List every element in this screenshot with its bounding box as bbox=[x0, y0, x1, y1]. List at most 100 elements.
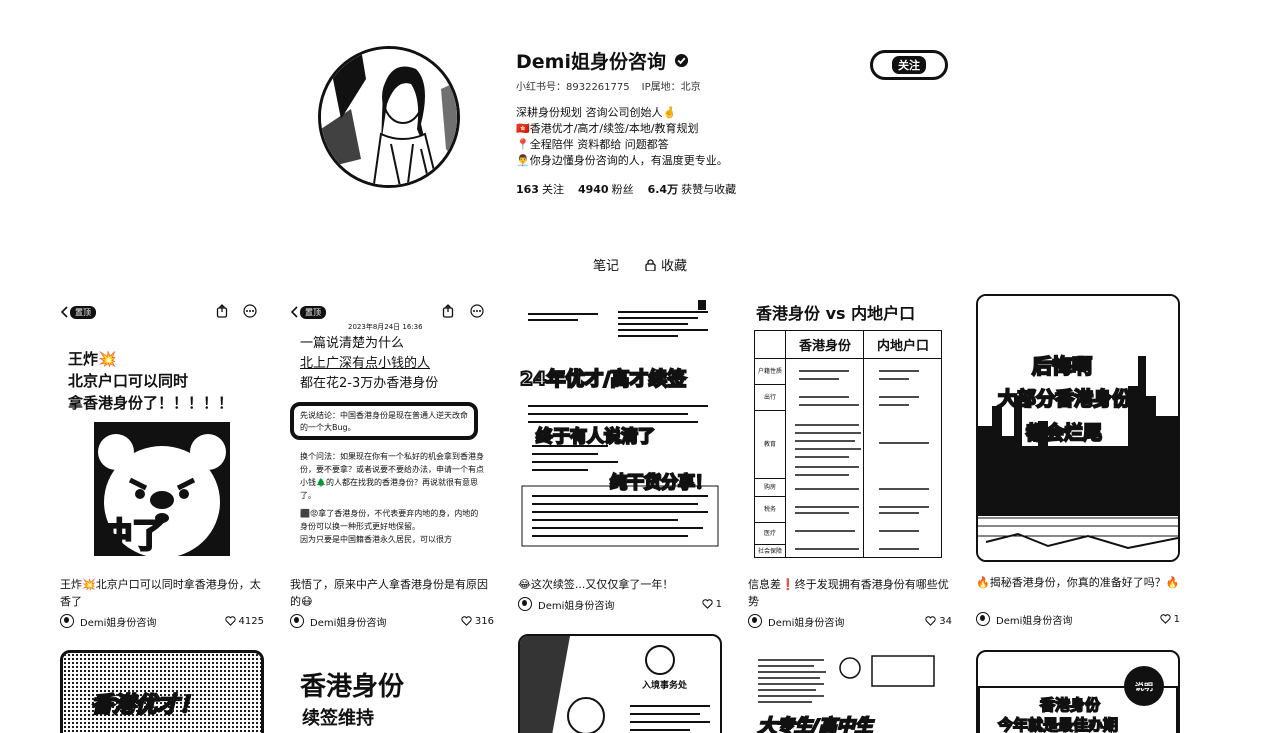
like-button[interactable]: 1 bbox=[1160, 614, 1180, 625]
note-card[interactable]: 说明 香港身份 今年就是最佳办期 bbox=[976, 650, 1180, 733]
cover-line: 后悔啊 bbox=[1031, 353, 1093, 379]
tab-collects[interactable]: 收藏 bbox=[645, 255, 687, 274]
heart-icon bbox=[224, 616, 236, 626]
cover-line: 一篇说清楚为什么 bbox=[300, 336, 405, 351]
table-row-label: 社会保障 bbox=[757, 548, 782, 555]
like-button[interactable]: 1 bbox=[702, 599, 722, 610]
cover-stamp: 冲了 bbox=[97, 515, 167, 557]
pinned-badge: 置顶 bbox=[70, 306, 96, 319]
author-avatar[interactable] bbox=[518, 597, 532, 611]
lock-icon bbox=[645, 258, 656, 271]
cover-line: 拿香港身份了！！！！！ bbox=[68, 394, 234, 412]
author-name[interactable]: Demi姐身份咨询 bbox=[996, 612, 1160, 627]
table-row-label: 出行 bbox=[755, 385, 785, 411]
note-cover[interactable]: 香港身份 续签维持 bbox=[298, 664, 502, 733]
profile-avatar bbox=[318, 46, 460, 188]
note-card[interactable]: 入境事务处 bbox=[518, 634, 722, 733]
author-avatar[interactable] bbox=[976, 612, 990, 626]
note-caption[interactable]: 王炸💥北京户口可以同时拿香港身份，太香了 bbox=[60, 576, 264, 610]
like-button[interactable]: 4125 bbox=[224, 615, 264, 627]
cover-paragraph: ⬛😡拿了香港身份，不代表要弃内地的身，内地的身份可以换一种形式更好地保留。 bbox=[300, 509, 479, 531]
author-avatar[interactable] bbox=[290, 614, 304, 628]
profile-tabs: 笔记 收藏 bbox=[0, 255, 1280, 274]
followers-stat[interactable]: 4940 粉丝 bbox=[578, 181, 634, 197]
note-caption[interactable]: 信息差❗终于发现拥有香港身份有哪些优势 bbox=[748, 576, 952, 610]
author-name[interactable]: Demi姐身份咨询 bbox=[768, 614, 925, 629]
post-date: 2023年8月24日 16:36 bbox=[348, 323, 423, 331]
note-card[interactable]: 置顶 王炸💥 北京户口可以同时 拿香港身份了！！！！！ 冲了 王炸💥北京户口可以… bbox=[60, 296, 264, 629]
note-caption[interactable]: 😂这次续签...又仅仅拿了一年！ bbox=[518, 576, 722, 593]
document-background bbox=[520, 636, 710, 733]
note-card[interactable]: 香港身份 vs 内地户口 香港身份 内地户口 户籍性质 出行 教育 购房 税务 … bbox=[748, 296, 952, 629]
note-card[interactable]: 香港优才！ bbox=[60, 650, 264, 733]
profile-bio: 深耕身份规划 咨询公司创始人🤞 🇭🇰香港优才/高才/续签/本地/教育规划 📍全程… bbox=[516, 105, 856, 169]
note-cover[interactable]: 香港优才！ bbox=[60, 650, 264, 733]
like-count: 34 bbox=[939, 615, 952, 627]
note-cover[interactable]: 说明 香港身份 今年就是最佳办期 bbox=[976, 650, 1180, 733]
cover-line: 都会烂尾 bbox=[1025, 421, 1103, 445]
table-fine-print bbox=[795, 370, 929, 550]
share-icon bbox=[216, 304, 228, 318]
like-count: 4125 bbox=[238, 615, 264, 627]
note-card[interactable]: 后悔啊 大部分香港身份 都会烂尾 🔥揭秘香港身份，你真的准备好了吗？🔥 Demi… bbox=[976, 294, 1180, 627]
author-name[interactable]: Demi姐身份咨询 bbox=[310, 614, 461, 629]
like-count: 1 bbox=[1173, 613, 1180, 625]
cover-line: 香港身份 bbox=[300, 672, 405, 702]
cover-line: 香港优才！ bbox=[90, 692, 202, 719]
note-card[interactable]: 24年优才/高才续签 终于有人说清了 纯干货分享！ 😂这次续签...又仅仅拿了一… bbox=[518, 296, 722, 612]
heart-icon bbox=[461, 616, 472, 626]
bio-line: 👨‍💼你身边懂身份咨询的人，有温度更专业。 bbox=[516, 154, 728, 167]
more-icon bbox=[243, 304, 257, 318]
cover-line: 香港身份 bbox=[1039, 695, 1101, 715]
author-name[interactable]: Demi姐身份咨询 bbox=[538, 597, 702, 612]
cover-line: 今年就是最佳办期 bbox=[997, 715, 1119, 733]
author-avatar[interactable] bbox=[60, 614, 74, 628]
account-id: 小红书号：8932261775 bbox=[516, 82, 630, 93]
table-row-label: 购房 bbox=[755, 479, 785, 497]
verified-icon bbox=[674, 53, 689, 67]
table-header: 内地户口 bbox=[876, 339, 929, 354]
note-cover[interactable]: 置顶 王炸💥 北京户口可以同时 拿香港身份了！！！！！ 冲了 bbox=[60, 296, 264, 564]
note-cover[interactable]: 置顶 2023年8月24日 16:36 一篇说清楚为什么 北上广深有点小钱的人 … bbox=[290, 296, 494, 564]
cover-line: 大专生/高中生 bbox=[757, 715, 874, 733]
follow-button[interactable]: 关注 bbox=[870, 50, 948, 80]
back-icon bbox=[60, 306, 68, 318]
like-button[interactable]: 34 bbox=[925, 616, 952, 627]
note-card[interactable]: 香港身份 续签维持 bbox=[298, 664, 502, 733]
note-cover[interactable]: 后悔啊 大部分香港身份 都会烂尾 bbox=[976, 294, 1180, 562]
tab-notes[interactable]: 笔记 bbox=[593, 255, 619, 274]
author-avatar[interactable] bbox=[748, 614, 762, 628]
heart-icon bbox=[702, 599, 713, 609]
bio-line: 🇭🇰香港优才/高才/续签/本地/教育规划 bbox=[516, 122, 699, 135]
cover-line: 北上广深有点小钱的人 bbox=[300, 356, 431, 371]
following-stat[interactable]: 163 关注 bbox=[516, 181, 564, 197]
like-count: 1 bbox=[715, 598, 722, 610]
note-cover[interactable]: 大专生/高中生 bbox=[754, 654, 958, 733]
table-row-label: 医疗 bbox=[755, 523, 785, 545]
profile-stats: 163 关注 4940 粉丝 6.4万 获赞与收藏 bbox=[516, 181, 856, 197]
more-icon bbox=[470, 304, 484, 318]
cover-line: 都在花2-3万办香港身份 bbox=[300, 376, 439, 391]
cover-paragraph: 因为只要是中国籍香港永久居民，可以很方 bbox=[300, 535, 452, 544]
cover-title: 香港身份 vs 内地户口 bbox=[756, 304, 916, 323]
comparison-table: 香港身份 内地户口 户籍性质 出行 教育 购房 税务 医疗 社会保障 bbox=[754, 330, 942, 558]
table-row-label: 教育 bbox=[755, 411, 785, 479]
author-name[interactable]: Demi姐身份咨询 bbox=[80, 614, 225, 629]
cover-line: 北京户口可以同时 bbox=[68, 372, 189, 390]
follow-button-label: 关注 bbox=[892, 56, 926, 74]
note-cover[interactable]: 香港身份 vs 内地户口 香港身份 内地户口 户籍性质 出行 教育 购房 税务 … bbox=[748, 296, 952, 564]
bio-line: 深耕身份规划 咨询公司创始人🤞 bbox=[516, 106, 677, 119]
note-cover[interactable]: 24年优才/高才续签 终于有人说清了 纯干货分享！ bbox=[518, 296, 722, 564]
note-cover[interactable]: 入境事务处 bbox=[518, 634, 722, 733]
cover-line: 王炸💥 bbox=[68, 350, 117, 368]
table-row-label: 户籍性质 bbox=[755, 359, 785, 385]
cover-line: 终于有人说清了 bbox=[535, 426, 656, 448]
cover-line: 续签维持 bbox=[302, 708, 374, 729]
note-card[interactable]: 置顶 2023年8月24日 16:36 一篇说清楚为什么 北上广深有点小钱的人 … bbox=[290, 296, 494, 629]
like-button[interactable]: 316 bbox=[461, 616, 494, 627]
note-caption[interactable]: 🔥揭秘香港身份，你真的准备好了吗？🔥 bbox=[976, 574, 1180, 608]
note-caption[interactable]: 我悟了，原来中产人拿香港身份是有原因的😷 bbox=[290, 576, 494, 610]
note-card[interactable]: 大专生/高中生 bbox=[754, 654, 958, 733]
pinned-badge: 置顶 bbox=[300, 306, 326, 319]
profile-name: Demi姐身份咨询 bbox=[516, 50, 666, 73]
